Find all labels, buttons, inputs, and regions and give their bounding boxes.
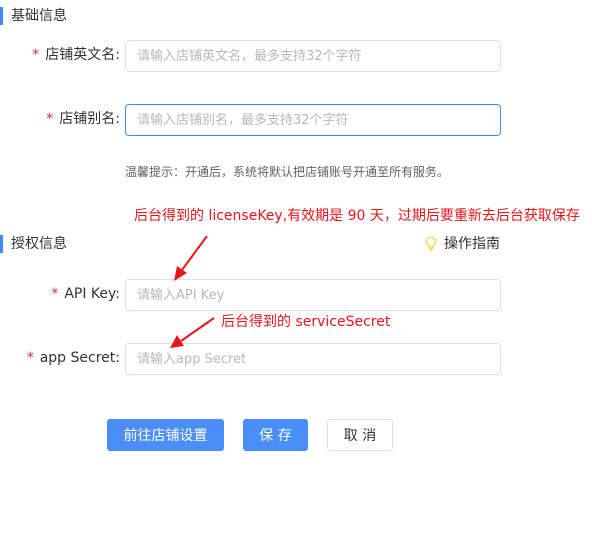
cancel-button[interactable]: 取 消 — [327, 419, 393, 451]
required-mark: * — [32, 47, 40, 63]
hint-text: 温馨提示：开通后，系统将默认把店铺账号开通至所有服务。 — [125, 165, 450, 179]
english-name-input[interactable] — [125, 40, 501, 72]
annotation-arrows — [170, 235, 215, 348]
annotation-service-secret: 后台得到的 serviceSecret — [221, 314, 391, 330]
alias-input[interactable] — [125, 104, 501, 136]
lightbulb-icon — [425, 236, 437, 252]
store-settings-button[interactable]: 前往店铺设置 — [107, 419, 224, 451]
api-key-label: * API Key: — [0, 284, 120, 304]
english-name-label: * 店铺英文名: — [0, 45, 120, 65]
api-key-label-text: API Key: — [64, 286, 120, 302]
app-secret-label: * app Secret: — [0, 348, 120, 368]
required-mark: * — [26, 350, 34, 366]
operation-guide-label: 操作指南 — [444, 236, 500, 252]
alias-label-text: 店铺别名: — [59, 111, 120, 127]
section-title-basic: 基础信息 — [0, 7, 67, 25]
required-mark: * — [51, 286, 59, 302]
section-title-auth: 授权信息 — [0, 235, 67, 253]
api-key-input[interactable] — [125, 279, 501, 311]
arrow-to-api-key — [174, 235, 208, 281]
english-name-label-text: 店铺英文名: — [45, 47, 120, 63]
alias-label: * 店铺别名: — [0, 109, 120, 129]
save-button[interactable]: 保 存 — [243, 419, 308, 451]
annotation-license-key: 后台得到的 licenseKey,有效期是 90 天，过期后要重新去后台获取保存 — [134, 208, 580, 224]
app-secret-input[interactable] — [125, 343, 501, 375]
operation-guide-link[interactable]: 操作指南 — [424, 235, 500, 253]
required-mark: * — [46, 111, 54, 127]
app-secret-label-text: app Secret: — [39, 350, 120, 366]
